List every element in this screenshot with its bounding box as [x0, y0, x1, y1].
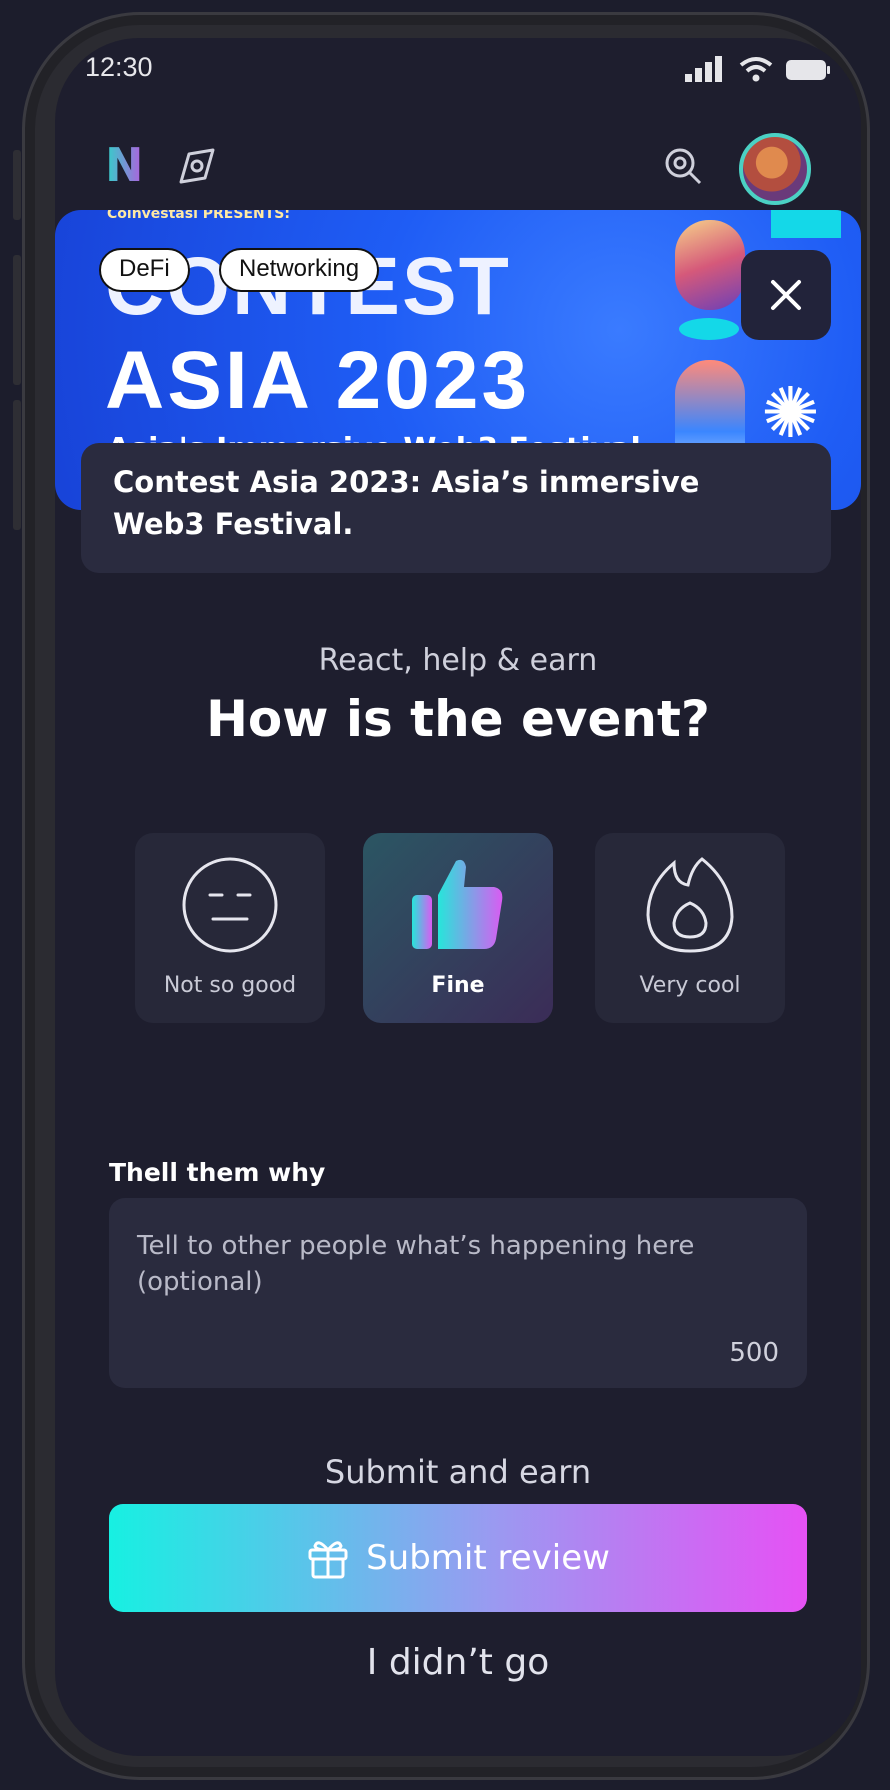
close-button[interactable] — [741, 250, 831, 340]
sparkle-icon: ✺ — [761, 372, 820, 454]
user-avatar[interactable] — [739, 133, 811, 205]
gift-icon — [308, 1541, 348, 1579]
status-time: 12:30 — [85, 52, 153, 82]
tag-chip[interactable]: Networking — [219, 248, 380, 292]
char-counter: 500 — [729, 1338, 779, 1368]
reaction-label: Not so good — [163, 973, 297, 998]
prompt-question: How is the event? — [206, 690, 710, 748]
review-placeholder: Tell to other people what’s happening he… — [137, 1231, 695, 1297]
wifi-icon — [739, 57, 773, 82]
close-icon — [771, 280, 801, 310]
fire-icon — [646, 857, 734, 953]
signal-icon — [685, 56, 722, 82]
review-label: Thell them why — [109, 1158, 326, 1187]
reaction-label: Fine — [431, 973, 485, 998]
app-logo[interactable]: N — [105, 138, 144, 192]
status-icons — [685, 56, 831, 82]
reaction-label: Very cool — [639, 973, 741, 998]
submit-review-button[interactable]: Submit review — [109, 1504, 807, 1612]
event-title: Contest Asia 2023: Asia’s inmersive Web3… — [81, 443, 831, 573]
phone-side-button — [13, 400, 21, 530]
reaction-not-so-good[interactable]: Not so good — [135, 833, 325, 1023]
banner-artwork — [675, 220, 745, 310]
submit-caption: Submit and earn — [324, 1453, 592, 1491]
banner-artwork — [771, 210, 841, 238]
battery-icon — [786, 60, 830, 80]
didnt-go-link[interactable]: I didn’t go — [55, 1642, 861, 1683]
phone-screen: 12:30 N Coinvestasi PRESENTS: CONTEST AS… — [55, 38, 861, 1756]
meh-face-icon — [182, 857, 278, 953]
thumbs-up-icon — [412, 859, 503, 949]
submit-review-label: Submit review — [366, 1538, 610, 1578]
banner-headline: ASIA 2023 — [105, 335, 531, 426]
banner-artwork — [679, 318, 739, 340]
tag-chip[interactable]: DeFi — [99, 248, 190, 292]
search-icon[interactable] — [663, 146, 703, 186]
compass-icon[interactable] — [175, 144, 219, 188]
review-textarea[interactable]: Tell to other people what’s happening he… — [109, 1198, 807, 1388]
phone-side-button — [13, 150, 21, 220]
banner-presenter: Coinvestasi PRESENTS: — [107, 210, 290, 222]
reaction-very-cool[interactable]: Very cool — [595, 833, 785, 1023]
prompt-eyebrow: React, help & earn — [318, 643, 598, 678]
phone-side-button — [13, 255, 21, 385]
reaction-fine[interactable]: Fine — [363, 833, 553, 1023]
